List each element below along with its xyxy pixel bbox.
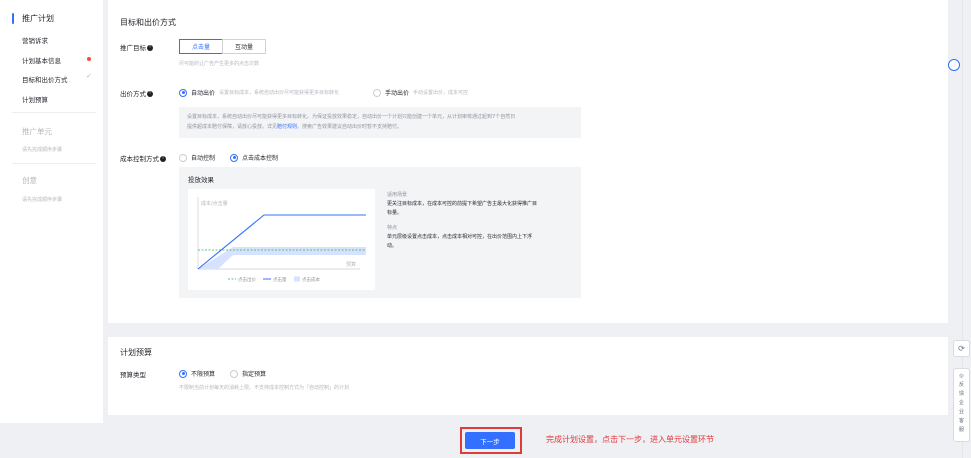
refresh-icon[interactable]: ⟳ <box>953 340 970 357</box>
scroll-anchor-icon[interactable] <box>948 59 960 71</box>
radio-unchecked-icon <box>179 153 187 162</box>
radio-checked-icon <box>179 369 187 378</box>
scenario-title: 适用场景 <box>387 192 408 198</box>
sidebar: 推广计划 营销诉求 计划基本信息 目标和出价方式 ✓ 计划预算 推广单元 请先完… <box>0 0 103 423</box>
sidebar-item-goal-bid[interactable]: 目标和出价方式 <box>22 74 68 84</box>
support-icon: ◎ <box>959 373 964 379</box>
active-section-indicator <box>12 13 14 24</box>
legend-cost: 点击成本 <box>302 276 320 283</box>
section-title-budget: 计划预算 <box>120 348 152 357</box>
sidebar-divider <box>12 163 96 164</box>
feature-text-2: 动。 <box>387 243 398 249</box>
effect-title: 投放效果 <box>188 176 214 184</box>
diagram-x-label: 预算 <box>346 261 356 268</box>
sidebar-section-plan[interactable]: 推广计划 <box>22 13 54 24</box>
bid-method-label: 出价方式! <box>120 88 153 98</box>
budget-hint: 不限制当前计划每天的消耗上限。不支持成本控制方式为「自动控制」的计划 <box>179 385 350 391</box>
goal-hint: 尽可能的让广告产生更多的点击次数 <box>179 61 260 67</box>
cost-click-radio[interactable]: 点击成本控制 <box>230 153 278 162</box>
radio-checked-icon <box>179 88 187 97</box>
effect-diagram-svg: 成本/点击量 预算 点击出价 点击量 点击成本 <box>197 197 366 283</box>
legend-volume: 点击量 <box>273 276 287 283</box>
sidebar-item-marketing-demand[interactable]: 营销诉求 <box>22 35 48 45</box>
sidebar-item-plan-budget[interactable]: 计划预算 <box>22 94 48 104</box>
checkmark-icon: ✓ <box>86 72 92 80</box>
sidebar-divider <box>12 112 96 113</box>
legend-swatch-cost <box>294 276 300 282</box>
compensation-rules-link[interactable]: 赔付规则 <box>277 124 297 130</box>
cost-control-label: 成本控制方式! <box>120 153 166 163</box>
legend-bid: 点击出价 <box>238 276 256 283</box>
goal-option-interactions[interactable]: 互动量 <box>222 39 266 54</box>
sidebar-unit-hint: 请先完成顺序步骤 <box>22 147 63 153</box>
info-icon: ! <box>147 45 153 51</box>
budget-type-label: 预算类型 <box>120 371 146 379</box>
radio-unchecked-icon <box>373 88 381 97</box>
radio-checked-icon <box>230 153 238 162</box>
annotation-text: 完成计划设置，点击下一步，进入单元设置环节 <box>546 435 714 444</box>
goal-option-clicks[interactable]: 点击量 <box>179 39 223 54</box>
bid-description: 设置目标成本，系统自动出价尽可能获得更多目标转化。为保证投放效果稳定，自动出价一… <box>179 107 581 138</box>
sidebar-creative-hint: 请先完成顺序步骤 <box>22 197 63 203</box>
sidebar-section-unit: 推广单元 <box>22 127 52 136</box>
error-dot-icon <box>87 57 91 61</box>
sidebar-section-creative: 创意 <box>22 176 37 185</box>
effect-diagram: 成本/点击量 预算 点击出价 点击量 点击成本 <box>188 189 375 290</box>
sidebar-item-plan-basic-info[interactable]: 计划基本信息 <box>22 55 61 65</box>
section-title-goal-bid: 目标和出价方式 <box>120 18 176 27</box>
scenario-text-1: 更关注目标成本，在成本可控的前提下希望广告主最大化获得推广目 <box>387 201 538 207</box>
budget-specified-radio[interactable]: 指定预算 <box>230 369 266 378</box>
info-icon: ! <box>147 91 153 97</box>
feature-text-1: 单元层级设置点击成本，点击成本相对可控，在出价范围内上下浮 <box>387 234 533 240</box>
goal-bid-panel: 目标和出价方式 推广目标! 点击量 互动量 尽可能的让广告产生更多的点击次数 出… <box>108 0 948 323</box>
effect-box: 投放效果 成本/点击量 预算 点击出价 点击量 点击成本 适用场景 更关注目标成… <box>179 167 581 298</box>
bid-auto-radio[interactable]: 自动出价 设置目标成本，系统自动出价尽可能获得更多目标转化 <box>179 88 339 97</box>
feature-title: 特点 <box>387 225 398 231</box>
bid-manual-radio[interactable]: 手动出价 手动设置出价，成本可控 <box>373 88 468 97</box>
scenario-text-2: 标量。 <box>387 210 403 216</box>
goal-label: 推广目标! <box>120 42 153 52</box>
diagram-y-label: 成本/点击量 <box>201 200 228 207</box>
plan-budget-panel: 计划预算 预算类型 不限预算 指定预算 不限制当前计划每天的消耗上限。不支持成本… <box>108 337 948 415</box>
support-toolbar[interactable]: ◎ 反 馈 企 业 客 服 <box>953 368 970 442</box>
cost-auto-radio[interactable]: 自动控制 <box>179 153 215 162</box>
budget-unlimited-radio[interactable]: 不限预算 <box>179 369 215 378</box>
radio-unchecked-icon <box>230 369 238 378</box>
info-icon: ! <box>160 156 166 162</box>
next-step-button[interactable]: 下一步 <box>465 432 515 449</box>
